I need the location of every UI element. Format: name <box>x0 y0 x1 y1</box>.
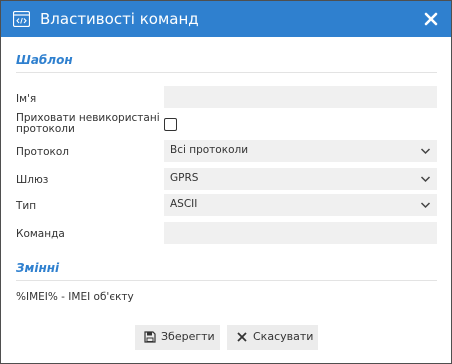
type-select[interactable]: ASCII <box>164 194 437 216</box>
protocol-select[interactable]: Всі протоколи <box>164 140 437 162</box>
protocol-label: Протокол <box>16 146 70 158</box>
command-label: Команда <box>16 228 65 240</box>
chevron-down-icon <box>420 202 431 209</box>
command-input[interactable] <box>164 222 437 244</box>
gateway-select-value: GPRS <box>170 172 199 184</box>
x-icon <box>237 332 247 342</box>
name-label: Ім'я <box>16 93 37 105</box>
chevron-down-icon <box>420 176 431 183</box>
save-button[interactable]: Зберегти <box>135 325 220 350</box>
cancel-button-label: Скасувати <box>253 330 314 343</box>
gateway-label: Шлюз <box>16 174 49 186</box>
type-label: Тип <box>16 200 37 212</box>
template-section-divider <box>16 72 437 73</box>
template-section-heading: Шаблон <box>16 53 73 67</box>
variables-section-divider <box>16 280 437 281</box>
save-button-label: Зберегти <box>161 330 215 343</box>
command-window-icon <box>13 11 30 27</box>
type-select-value: ASCII <box>170 198 198 210</box>
hide-unused-protocols-checkbox[interactable] <box>164 118 177 131</box>
hide-unused-protocols-label: Приховати невикористані протоколи <box>16 112 160 135</box>
chevron-down-icon <box>420 148 431 155</box>
dialog-titlebar[interactable]: Властивості команд <box>1 1 451 37</box>
variable-item: %IMEI% - IMEI об'єкту <box>16 291 134 303</box>
dialog-title: Властивості команд <box>40 10 199 28</box>
name-input[interactable] <box>164 86 437 108</box>
command-properties-dialog: Властивості команд Шаблон Ім'я Приховати… <box>0 0 452 364</box>
variables-section-heading: Змінні <box>16 261 60 275</box>
close-icon[interactable] <box>424 12 438 26</box>
protocol-select-value: Всі протоколи <box>170 144 249 156</box>
cancel-button[interactable]: Скасувати <box>227 325 318 350</box>
floppy-disk-icon <box>144 331 156 343</box>
gateway-select[interactable]: GPRS <box>164 168 437 190</box>
